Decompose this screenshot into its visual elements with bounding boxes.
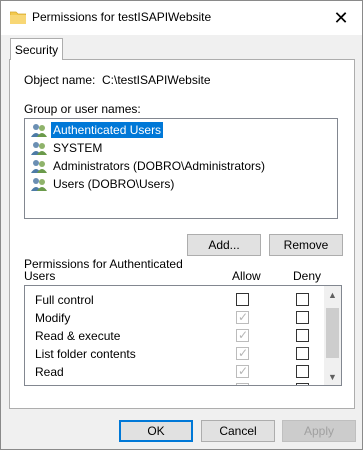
remove-button[interactable]: Remove [269, 234, 343, 256]
ok-button[interactable]: OK [119, 420, 193, 442]
scroll-down-icon[interactable]: ▼ [324, 368, 341, 385]
apply-button[interactable]: Apply [282, 420, 356, 442]
list-item-label: Authenticated Users [51, 122, 164, 138]
add-button[interactable]: Add... [187, 234, 261, 256]
allow-checkbox[interactable]: ✓ [236, 364, 249, 378]
deny-checkbox[interactable] [296, 347, 309, 360]
users-icon [31, 142, 47, 155]
allow-checkbox[interactable] [236, 293, 249, 306]
scroll-up-icon[interactable]: ▲ [324, 286, 341, 303]
list-item-system[interactable]: SYSTEM [26, 139, 226, 157]
permissions-scrollbar[interactable]: ▲ ▼ [324, 286, 341, 385]
permission-name: List folder contents [35, 347, 136, 361]
deny-checkbox[interactable] [296, 293, 309, 306]
deny-checkbox[interactable] [296, 365, 309, 378]
permission-row-full-control: Full control [25, 291, 325, 309]
window-title: Permissions for testISAPIWebsite [32, 10, 212, 24]
list-item-users[interactable]: Users (DOBRO\Users) [26, 175, 226, 193]
permissions-header-line2: Users [24, 269, 56, 283]
object-name-value: C:\testISAPIWebsite [102, 73, 211, 87]
permission-name: Modify [35, 311, 71, 325]
permission-name: Full control [35, 293, 94, 307]
allow-column-header: Allow [232, 269, 261, 283]
users-icon [31, 178, 47, 191]
security-panel: Object name: C:\testISAPIWebsite Group o… [9, 59, 355, 409]
deny-checkbox[interactable] [296, 329, 309, 342]
permission-row-modify: Modify ✓ [25, 309, 325, 327]
permission-row-read: Read ✓ [25, 363, 325, 381]
group-names-label: Group or user names: [24, 102, 141, 116]
permissions-list[interactable]: Full control Modify ✓ Read & execute ✓ L… [24, 285, 342, 386]
allow-checkbox[interactable]: ✓ [236, 346, 249, 360]
list-item-administrators[interactable]: Administrators (DOBRO\Administrators) [26, 157, 306, 175]
group-user-list[interactable]: Authenticated Users SYSTEM Administrator… [24, 118, 338, 219]
permission-name: Read [35, 365, 64, 379]
object-name-label: Object name: [24, 73, 96, 87]
permission-row-list-folder-contents: List folder contents ✓ [25, 345, 325, 363]
close-icon: ✕ [333, 7, 349, 28]
scroll-thumb[interactable] [326, 308, 339, 358]
allow-checkbox[interactable]: ✓ [236, 328, 249, 342]
permission-row-read-execute: Read & execute ✓ [25, 327, 325, 345]
list-item-authenticated-users[interactable]: Authenticated Users [26, 121, 226, 139]
list-item-label: Users (DOBRO\Users) [53, 177, 175, 191]
title-bar: Permissions for testISAPIWebsite ✕ [1, 1, 362, 35]
list-item-label: SYSTEM [53, 141, 103, 155]
deny-column-header: Deny [293, 269, 322, 283]
deny-checkbox[interactable] [296, 383, 309, 385]
list-item-label: Administrators (DOBRO\Administrators) [53, 159, 266, 173]
permission-row-partial [25, 381, 325, 385]
allow-checkbox[interactable] [236, 383, 249, 385]
permission-name: Read & execute [35, 329, 121, 343]
tab-security[interactable]: Security [10, 38, 63, 60]
close-button[interactable]: ✕ [320, 1, 362, 35]
deny-checkbox[interactable] [296, 311, 309, 324]
users-icon [31, 124, 47, 137]
allow-checkbox[interactable]: ✓ [236, 310, 249, 324]
folder-icon [10, 11, 26, 24]
users-icon [31, 160, 47, 173]
permissions-dialog: Permissions for testISAPIWebsite ✕ Secur… [0, 0, 363, 450]
cancel-button[interactable]: Cancel [201, 420, 275, 442]
